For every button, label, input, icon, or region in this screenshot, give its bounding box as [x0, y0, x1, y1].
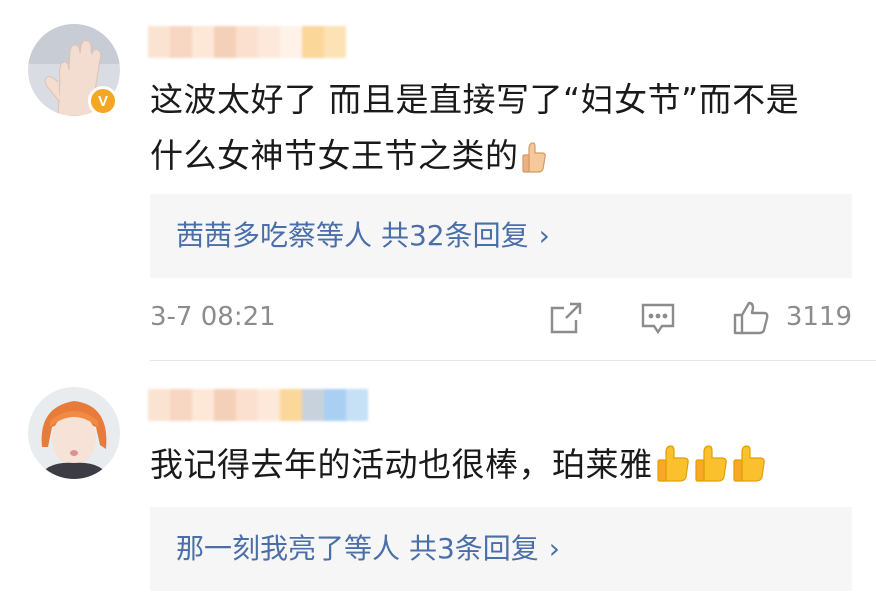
thumbs-up-emoji-icon — [521, 134, 547, 190]
reply-mid-text: 等人 — [344, 532, 401, 565]
reply-users-link[interactable]: 茜茜多吃蔡 — [176, 219, 316, 252]
like-icon[interactable] — [732, 300, 769, 336]
comment-text-line: 这波太好了 而且是直接写了“妇女节”而不是 — [150, 80, 800, 119]
reply-users-link[interactable]: 那一刻我亮了 — [176, 532, 344, 565]
thumbs-up-emoji-icon — [731, 443, 767, 499]
comment-icon[interactable] — [640, 300, 676, 336]
thumbs-up-emoji-icon — [693, 443, 729, 499]
comment-item: 我记得去年的活动也很棒，珀莱雅 那一刻我亮了等人 共3条回复 › — [0, 361, 876, 594]
reply-count-link[interactable]: 共32条回复 — [381, 219, 529, 252]
comment-text-content: 我记得去年的活动也很棒，珀莱雅 — [150, 445, 653, 484]
verified-badge-icon: V — [88, 86, 118, 116]
thumbs-up-emoji-icon — [655, 443, 691, 499]
comment-text: 我记得去年的活动也很棒，珀莱雅 — [150, 437, 850, 499]
reply-mid-text: 等人 — [316, 219, 373, 252]
comment-text-line: 什么女神节女王节之类的 — [150, 128, 850, 190]
chevron-right-icon: › — [538, 219, 550, 252]
timestamp: 3-7 08:21 — [150, 302, 276, 332]
share-icon[interactable] — [548, 300, 584, 336]
reply-count-link[interactable]: 共3条回复 — [409, 532, 539, 565]
username-blurred[interactable] — [148, 389, 368, 421]
like-count: 3119 — [785, 302, 852, 332]
comment-meta: 3-7 08:21 3119 — [150, 298, 852, 342]
comment-text-line2: 什么女神节女王节之类的 — [150, 136, 519, 175]
username-blurred[interactable] — [148, 26, 346, 58]
avatar[interactable] — [28, 387, 120, 479]
reply-summary[interactable]: 茜茜多吃蔡等人 共32条回复 › — [150, 194, 852, 278]
comment-text-line: 我记得去年的活动也很棒，珀莱雅 — [150, 437, 850, 499]
comment-text: 这波太好了 而且是直接写了“妇女节”而不是 什么女神节女王节之类的 — [150, 72, 850, 190]
reply-summary[interactable]: 那一刻我亮了等人 共3条回复 › — [150, 507, 852, 591]
verified-badge-label: V — [97, 92, 108, 110]
comment-item: V 这波太好了 而且是直接写了“妇女节”而不是 什么女神节女王节之类的 茜茜多吃… — [0, 0, 876, 360]
chevron-right-icon: › — [548, 532, 560, 565]
